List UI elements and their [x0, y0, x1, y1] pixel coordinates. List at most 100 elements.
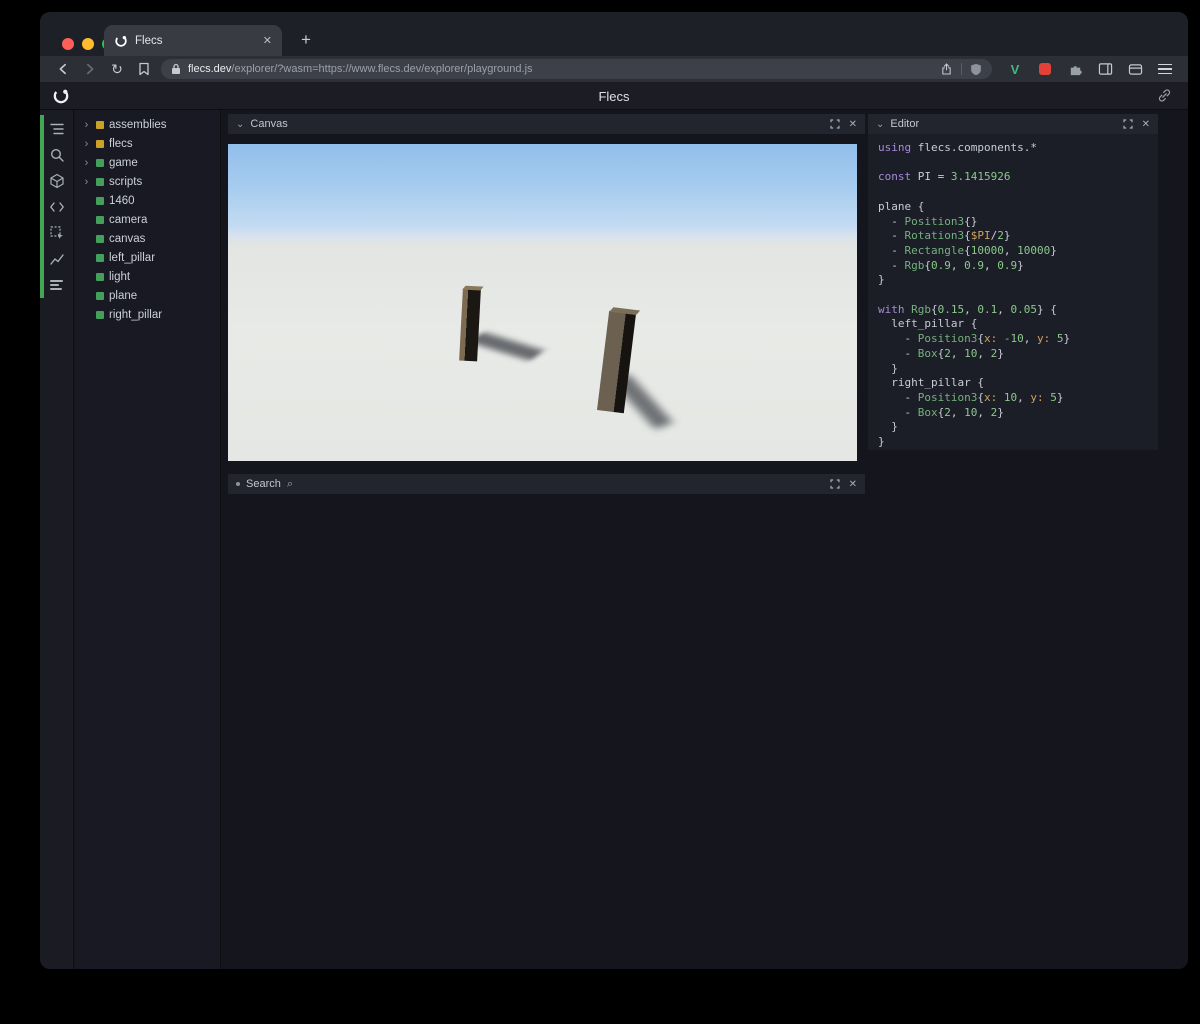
reload-button[interactable]: ↻ — [108, 60, 126, 78]
lock-icon — [171, 63, 181, 75]
url-text: flecs.dev/explorer/?wasm=https://www.fle… — [188, 63, 533, 75]
tree-item-scripts[interactable]: › scripts — [75, 172, 220, 191]
tab-close-icon[interactable]: ✕ — [263, 34, 272, 47]
left-pillar-shadow — [469, 331, 544, 361]
status-bullet — [236, 482, 240, 486]
extensions-puzzle-button[interactable] — [1066, 60, 1084, 78]
entity-color-square — [96, 234, 104, 243]
minimize-window-button[interactable] — [82, 38, 94, 50]
page-title: Flecs — [598, 88, 630, 104]
tree-item-game[interactable]: › game — [75, 153, 220, 172]
bars-icon[interactable] — [49, 277, 65, 293]
tree-item-label: game — [109, 156, 138, 169]
canvas-3d-viewport[interactable] — [228, 144, 857, 461]
back-button[interactable] — [54, 60, 72, 78]
tree-icon[interactable] — [49, 121, 65, 137]
bookmark-icon[interactable] — [135, 60, 153, 78]
tree-expand-chevron[interactable]: › — [82, 119, 91, 131]
app-content: › assemblies › flecs › game › scripts 1460 camera… — [40, 110, 1188, 969]
url-domain: flecs.dev — [188, 63, 232, 75]
expand-icon[interactable] — [830, 119, 840, 129]
cube-icon[interactable] — [49, 173, 65, 189]
tree-item-light[interactable]: light — [75, 267, 220, 286]
editor-code[interactable]: using flecs.components.* const PI = 3.14… — [868, 134, 1158, 450]
close-icon[interactable]: ✕ — [1142, 119, 1150, 130]
entity-color-square — [96, 139, 104, 148]
close-window-button[interactable] — [62, 38, 74, 50]
sidebar-toggle-button[interactable] — [1096, 60, 1114, 78]
extensions-area: V — [1006, 60, 1174, 78]
tree-item-camera[interactable]: camera — [75, 210, 220, 229]
entity-color-square — [96, 158, 104, 167]
tree-item-label: 1460 — [109, 194, 135, 207]
tree-item-right_pillar[interactable]: right_pillar — [75, 305, 220, 324]
tree-item-label: left_pillar — [109, 251, 156, 264]
tree-expand-chevron[interactable]: › — [82, 176, 91, 188]
url-bar[interactable]: flecs.dev/explorer/?wasm=https://www.fle… — [161, 59, 992, 79]
share-icon[interactable] — [940, 62, 953, 76]
canvas-panel-title: Canvas — [250, 118, 288, 130]
expand-icon[interactable] — [830, 479, 840, 489]
search-icon: ⌕ — [286, 477, 294, 490]
wallet-button[interactable] — [1126, 60, 1144, 78]
entity-tree: › assemblies › flecs › game › scripts 1460 camera… — [75, 110, 221, 969]
app-header: Flecs — [40, 82, 1188, 110]
tree-item-label: flecs — [109, 137, 133, 150]
tree-item-label: camera — [109, 213, 148, 226]
code-icon[interactable] — [49, 199, 65, 215]
tree-item-label: right_pillar — [109, 308, 163, 321]
entity-color-square — [96, 291, 104, 300]
close-icon[interactable]: ✕ — [849, 479, 857, 490]
menu-button[interactable] — [1156, 60, 1174, 78]
tree-item-label: assemblies — [109, 118, 167, 131]
tree-item-label: canvas — [109, 232, 146, 245]
entity-color-square — [96, 272, 104, 281]
canvas-panel-header[interactable]: ⌄ Canvas ✕ — [228, 114, 865, 134]
editor-panel: ⌄ Editor ✕ using flecs.components.* cons… — [868, 114, 1158, 450]
sidebar-icon-list — [40, 121, 74, 293]
inspect-icon[interactable] — [49, 225, 65, 241]
icon-sidebar — [40, 110, 74, 969]
search-icon[interactable] — [49, 147, 65, 163]
extension-v-button[interactable]: V — [1006, 60, 1024, 78]
link-icon[interactable] — [1157, 88, 1172, 103]
tree-expand-chevron[interactable]: › — [82, 157, 91, 169]
search-panel-header[interactable]: Search ⌕ ✕ — [228, 474, 865, 494]
extension-red-button[interactable] — [1036, 60, 1054, 78]
urlbar-divider — [961, 63, 962, 75]
search-panel-title: Search — [246, 478, 281, 490]
tree-item-canvas[interactable]: canvas — [75, 229, 220, 248]
new-tab-button[interactable]: + — [294, 26, 318, 54]
url-path: /explorer/?wasm=https://www.flecs.dev/ex… — [231, 63, 533, 75]
tree-expand-chevron[interactable]: › — [82, 138, 91, 150]
browser-window: Flecs ✕ + ↻ flecs.dev/explorer/?wasm=htt… — [40, 12, 1188, 969]
tree-item-label: scripts — [109, 175, 143, 188]
tree-item-flecs[interactable]: › flecs — [75, 134, 220, 153]
tree-item-label: plane — [109, 289, 138, 302]
collapse-chevron-icon[interactable]: ⌄ — [236, 119, 244, 130]
tab-strip: Flecs ✕ + — [40, 12, 1188, 56]
entity-color-square — [96, 177, 104, 186]
forward-button — [81, 60, 99, 78]
tab-title: Flecs — [135, 34, 163, 47]
close-icon[interactable]: ✕ — [849, 119, 857, 130]
expand-icon[interactable] — [1123, 119, 1133, 129]
tree-item-assemblies[interactable]: › assemblies — [75, 115, 220, 134]
browser-tab[interactable]: Flecs ✕ — [104, 25, 282, 56]
browser-toolbar: ↻ flecs.dev/explorer/?wasm=https://www.f… — [40, 56, 1188, 82]
main-area: ⌄ Canvas ✕ Search ⌕ ✕ ⌄ Editor ✕ using f… — [222, 110, 1188, 969]
chart-icon[interactable] — [49, 251, 65, 267]
collapse-chevron-icon[interactable]: ⌄ — [876, 119, 884, 130]
tree-item-left_pillar[interactable]: left_pillar — [75, 248, 220, 267]
shield-icon[interactable] — [970, 63, 982, 76]
tab-favicon — [114, 34, 128, 48]
tree-item-plane[interactable]: plane — [75, 286, 220, 305]
entity-color-square — [96, 253, 104, 262]
entity-color-square — [96, 310, 104, 319]
editor-panel-title: Editor — [890, 118, 920, 130]
tree-item-label: light — [109, 270, 131, 283]
entity-color-square — [96, 120, 104, 129]
entity-color-square — [96, 196, 104, 205]
tree-item-1460[interactable]: 1460 — [75, 191, 220, 210]
editor-panel-header[interactable]: ⌄ Editor ✕ — [868, 114, 1158, 134]
